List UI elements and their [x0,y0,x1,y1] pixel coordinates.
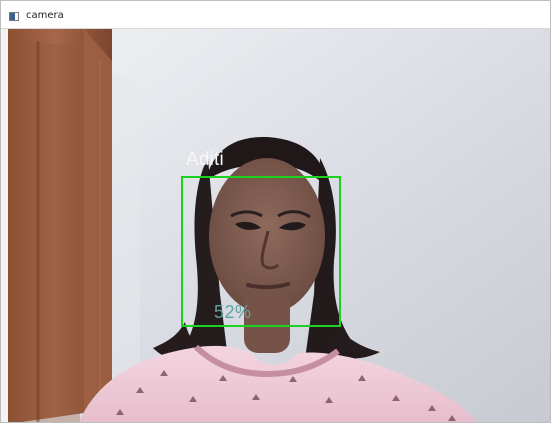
camera-feed: Aditi 52% [8,29,550,422]
window-title: camera [26,10,64,21]
cabinet-panel [12,44,80,422]
window-titlebar[interactable]: camera [1,1,550,29]
face-detection-box [181,176,341,327]
cabinet-side [84,29,112,412]
face-name-label: Aditi [186,149,224,170]
camera-window-icon [9,12,19,21]
face-confidence-label: 52% [214,302,252,322]
camera-window: camera Aditi 52% [0,0,551,423]
